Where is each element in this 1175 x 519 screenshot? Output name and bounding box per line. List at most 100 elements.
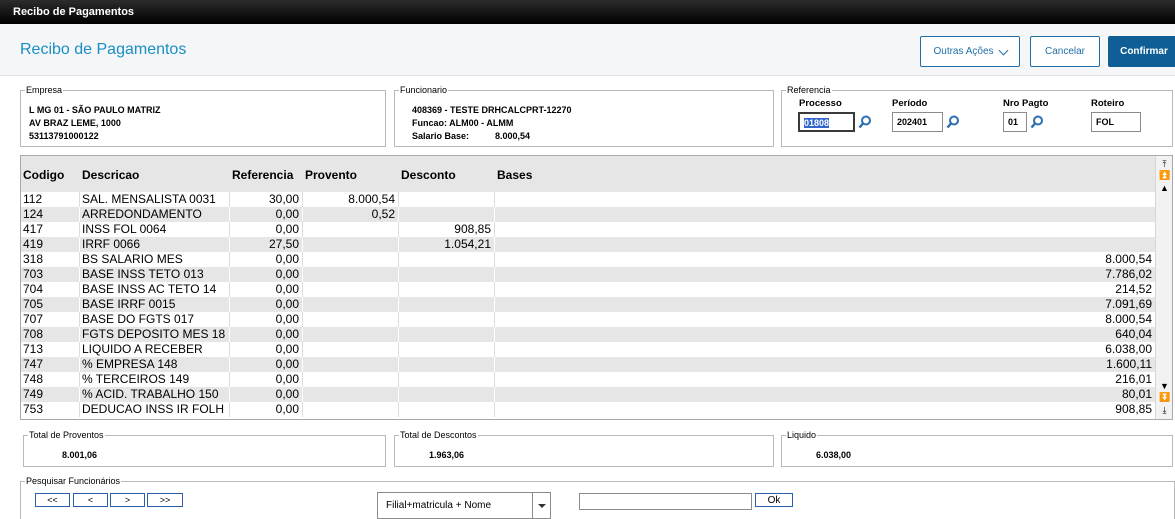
cell-descricao[interactable]: INSS FOL 0064 xyxy=(80,222,230,237)
cell-descricao[interactable]: IRRF 0066 xyxy=(80,237,230,252)
cell-provento[interactable] xyxy=(303,237,399,252)
col-desconto-header[interactable]: Desconto xyxy=(401,168,456,182)
processo-input[interactable]: 01808 xyxy=(798,112,855,132)
scroll-down-icon[interactable]: ▼ xyxy=(1159,382,1170,391)
cell-desconto[interactable] xyxy=(399,312,495,327)
cell-bases[interactable]: 216,01 xyxy=(495,372,1156,387)
periodo-search-icon[interactable] xyxy=(946,115,960,129)
first-record-button[interactable]: << xyxy=(35,493,70,507)
cell-descricao[interactable]: FGTS DEPOSITO MES 18 xyxy=(80,327,230,342)
scroll-up-icon[interactable]: ▲ xyxy=(1159,184,1170,193)
cell-referencia[interactable]: 0,00 xyxy=(230,222,303,237)
dropdown-arrow-icon[interactable] xyxy=(532,493,550,518)
cell-bases[interactable]: 8.000,54 xyxy=(495,252,1156,267)
cell-bases[interactable]: 7.786,02 xyxy=(495,267,1156,282)
cell-descricao[interactable]: BASE INSS TETO 013 xyxy=(80,267,230,282)
cell-provento[interactable]: 8.000,54 xyxy=(303,192,399,207)
table-row[interactable]: 112 SAL. MENSALISTA 0031 30,00 8.000,54 xyxy=(21,192,1156,207)
cell-codigo[interactable]: 713 xyxy=(21,342,80,357)
cell-desconto[interactable] xyxy=(399,372,495,387)
prev-record-button[interactable]: < xyxy=(73,493,108,507)
scroll-last-icon[interactable]: ⤓ xyxy=(1159,406,1170,415)
cell-desconto[interactable] xyxy=(399,357,495,372)
table-row[interactable]: 747% EMPRESA 148 0,00 1.600,11 xyxy=(21,357,1156,372)
table-row[interactable]: 708 FGTS DEPOSITO MES 18 0,00 640,04 xyxy=(21,327,1156,342)
nro-pagto-search-icon[interactable] xyxy=(1030,115,1044,129)
cell-provento[interactable] xyxy=(303,357,399,372)
cell-bases[interactable] xyxy=(495,207,1156,222)
cell-codigo[interactable]: 708 xyxy=(21,327,80,342)
cell-provento[interactable] xyxy=(303,252,399,267)
next-record-button[interactable]: > xyxy=(110,493,145,507)
outras-acoes-button[interactable]: Outras Ações xyxy=(920,36,1020,67)
cell-bases[interactable] xyxy=(495,192,1156,207)
table-row[interactable]: 713 LIQUIDO A RECEBER 0,00 6.038,00 xyxy=(21,342,1156,357)
cell-desconto[interactable] xyxy=(399,387,495,402)
cell-provento[interactable] xyxy=(303,297,399,312)
table-row[interactable]: 318 BS SALARIO MES 0,00 8.000,54 xyxy=(21,252,1156,267)
cell-desconto[interactable] xyxy=(399,342,495,357)
cancel-button[interactable]: Cancelar xyxy=(1030,36,1100,67)
cell-referencia[interactable]: 0,00 xyxy=(230,282,303,297)
cell-referencia[interactable]: 0,00 xyxy=(230,327,303,342)
cell-referencia[interactable]: 0,00 xyxy=(230,342,303,357)
cell-provento[interactable] xyxy=(303,402,399,417)
cell-provento[interactable] xyxy=(303,312,399,327)
cell-referencia[interactable]: 0,00 xyxy=(230,402,303,417)
cell-provento[interactable] xyxy=(303,267,399,282)
col-descricao-header[interactable]: Descricao xyxy=(82,168,139,182)
cell-desconto[interactable] xyxy=(399,297,495,312)
cell-codigo[interactable]: 747 xyxy=(21,357,80,372)
cell-bases[interactable] xyxy=(495,222,1156,237)
cell-codigo[interactable]: 703 xyxy=(21,267,80,282)
cell-descricao[interactable]: % EMPRESA 148 xyxy=(80,357,230,372)
processo-search-icon[interactable] xyxy=(858,115,872,129)
cell-desconto[interactable] xyxy=(399,327,495,342)
cell-referencia[interactable]: 0,00 xyxy=(230,387,303,402)
table-row[interactable]: 707 BASE DO FGTS 017 0,00 8.000,54 xyxy=(21,312,1156,327)
cell-provento[interactable] xyxy=(303,327,399,342)
cell-bases[interactable]: 908,85 xyxy=(495,402,1156,417)
cell-codigo[interactable]: 704 xyxy=(21,282,80,297)
cell-bases[interactable]: 8.000,54 xyxy=(495,312,1156,327)
cell-referencia[interactable]: 0,00 xyxy=(230,357,303,372)
col-referencia-header[interactable]: Referencia xyxy=(232,168,293,182)
col-provento-header[interactable]: Provento xyxy=(305,168,357,182)
cell-bases[interactable]: 640,04 xyxy=(495,327,1156,342)
cell-descricao[interactable]: BASE INSS AC TETO 14 xyxy=(80,282,230,297)
cell-codigo[interactable]: 112 xyxy=(21,192,80,207)
cell-descricao[interactable]: BASE DO FGTS 017 xyxy=(80,312,230,327)
table-row[interactable]: 748% TERCEIROS 149 0,00 216,01 xyxy=(21,372,1156,387)
cell-codigo[interactable]: 707 xyxy=(21,312,80,327)
cell-desconto[interactable] xyxy=(399,252,495,267)
cell-provento[interactable] xyxy=(303,342,399,357)
cell-descricao[interactable]: BS SALARIO MES xyxy=(80,252,230,267)
cell-bases[interactable]: 7.091,69 xyxy=(495,297,1156,312)
cell-desconto[interactable] xyxy=(399,192,495,207)
table-row[interactable]: 124 ARREDONDAMENTO 0,00 0,52 xyxy=(21,207,1156,222)
grid-scrollbar[interactable]: ⤒ ⏫ ▲ ▼ ⏬ ⤓ xyxy=(1155,156,1172,419)
cell-codigo[interactable]: 417 xyxy=(21,222,80,237)
search-order-select[interactable]: Filial+matricula + Nome xyxy=(377,492,551,519)
cell-referencia[interactable]: 27,50 xyxy=(230,237,303,252)
cell-codigo[interactable]: 753 xyxy=(21,402,80,417)
table-row[interactable]: 703 BASE INSS TETO 013 0,00 7.786,02 xyxy=(21,267,1156,282)
table-row[interactable]: 419 IRRF 0066 27,50 1.054,21 xyxy=(21,237,1156,252)
table-row[interactable]: 704 BASE INSS AC TETO 14 0,00 214,52 xyxy=(21,282,1156,297)
scroll-first-icon[interactable]: ⤒ xyxy=(1159,160,1170,169)
cell-descricao[interactable]: ARREDONDAMENTO xyxy=(80,207,230,222)
cell-desconto[interactable] xyxy=(399,282,495,297)
table-row[interactable]: 417 INSS FOL 0064 0,00 908,85 xyxy=(21,222,1156,237)
cell-desconto[interactable]: 908,85 xyxy=(399,222,495,237)
cell-bases[interactable] xyxy=(495,237,1156,252)
cell-descricao[interactable]: % TERCEIROS 149 xyxy=(80,372,230,387)
cell-referencia[interactable]: 30,00 xyxy=(230,192,303,207)
cell-referencia[interactable]: 0,00 xyxy=(230,372,303,387)
cell-provento[interactable] xyxy=(303,222,399,237)
cell-referencia[interactable]: 0,00 xyxy=(230,312,303,327)
table-row[interactable]: 753 DEDUCAO INSS IR FOLH 0,00 908,85 xyxy=(21,402,1156,417)
table-row[interactable]: 705 BASE IRRF 0015 0,00 7.091,69 xyxy=(21,297,1156,312)
scroll-page-down-icon[interactable]: ⏬ xyxy=(1159,393,1170,402)
cell-referencia[interactable]: 0,00 xyxy=(230,252,303,267)
table-row[interactable]: 749% ACID. TRABALHO 150 0,00 80,01 xyxy=(21,387,1156,402)
